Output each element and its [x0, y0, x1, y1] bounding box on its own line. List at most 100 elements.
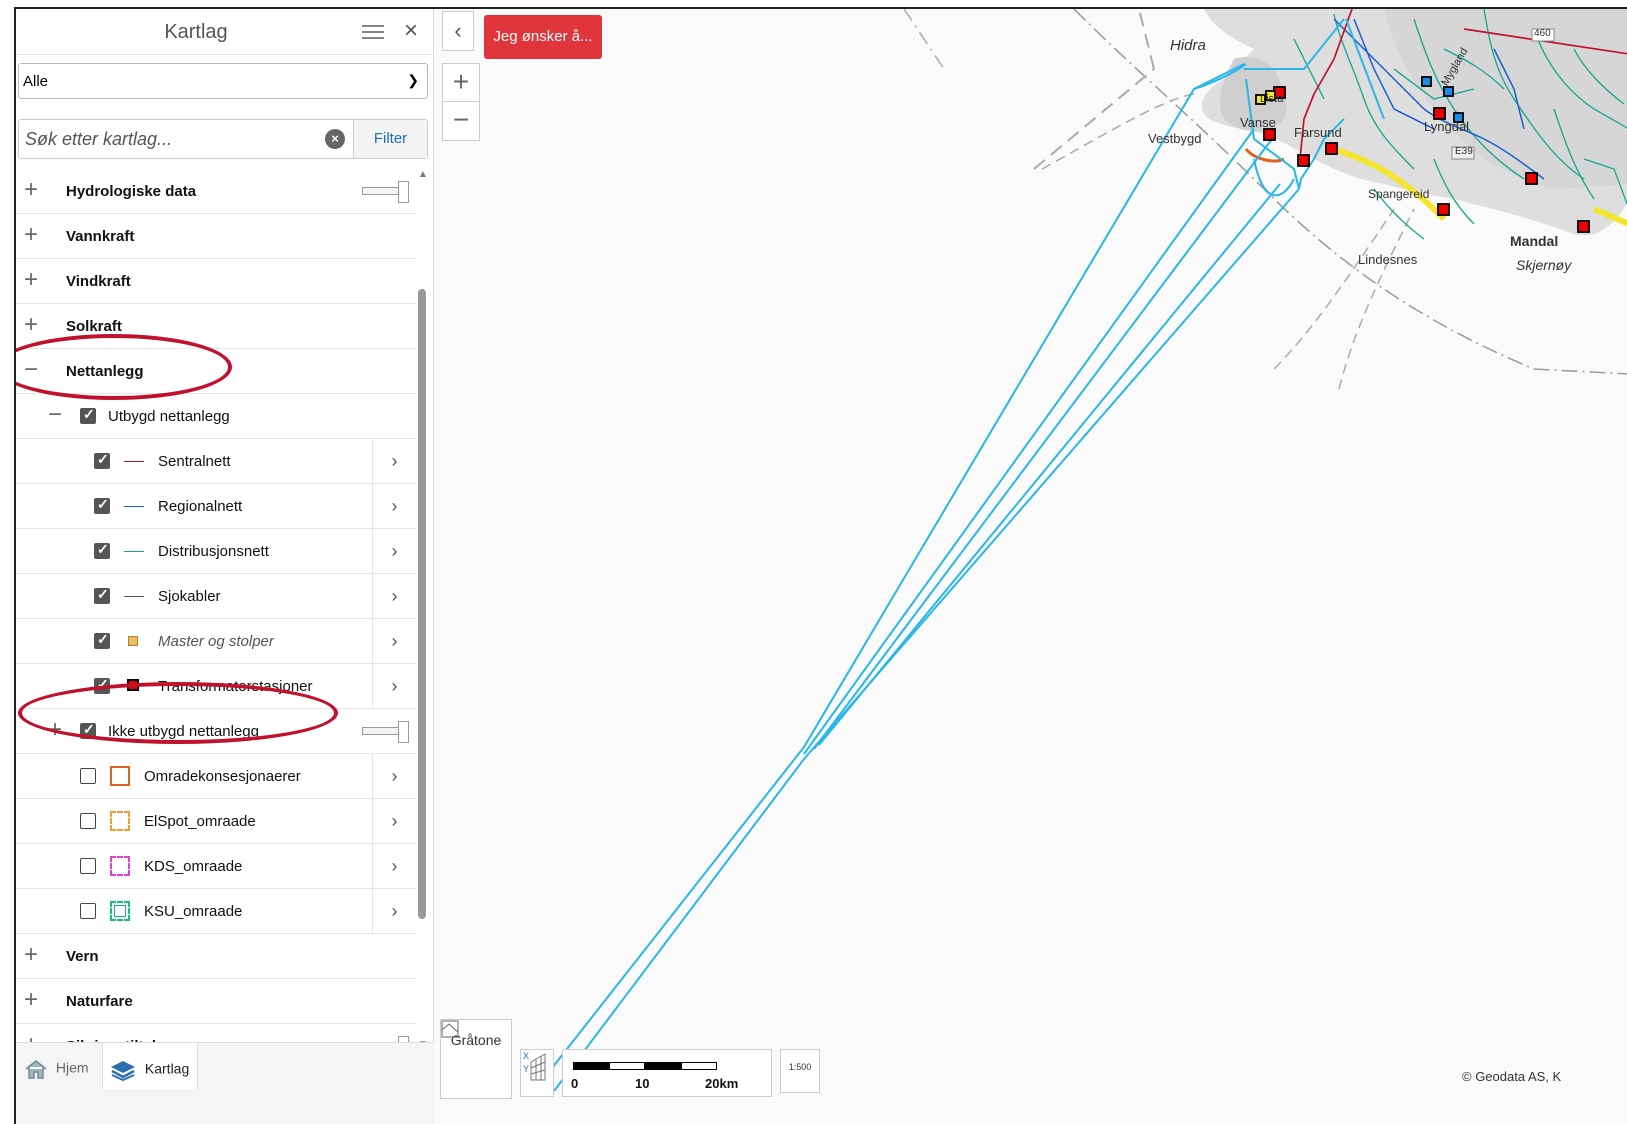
layer-group-hydrologiske-data[interactable]: + Hydrologiske data	[16, 169, 416, 214]
layer-regionalnett[interactable]: Regionalnett ›	[16, 484, 416, 529]
layer-checkbox[interactable]	[80, 406, 96, 424]
layer-checkbox[interactable]	[80, 721, 96, 739]
scale-segment	[681, 1062, 717, 1070]
layer-label: Vern	[66, 948, 99, 965]
layer-master-og-stolper[interactable]: Master og stolper ›	[16, 619, 416, 664]
menu-icon[interactable]	[362, 25, 384, 41]
area-legend-icon	[110, 766, 130, 786]
layer-checkbox[interactable]	[94, 496, 110, 514]
layer-group-vern[interactable]: + Vern	[16, 934, 416, 979]
bottom-tabs: Hjem Kartlag	[16, 1042, 434, 1124]
layer-kds-omraade[interactable]: KDS_omraade ›	[16, 844, 416, 889]
expand-icon[interactable]: +	[24, 943, 38, 967]
layer-checkbox[interactable]	[80, 903, 96, 919]
opacity-slider[interactable]	[362, 181, 409, 203]
chevron-right-icon[interactable]: ›	[372, 574, 416, 618]
jeg-onsker-button[interactable]: Jeg ønsker å...	[484, 15, 602, 59]
layer-checkbox[interactable]	[94, 631, 110, 649]
app-window: Kartlag × Alle ❯ × Filter + Hydrologiske…	[14, 7, 1627, 1124]
layer-group-solkraft[interactable]: + Solkraft	[16, 304, 416, 349]
expand-icon[interactable]: +	[48, 718, 62, 742]
layer-label: Solkraft	[66, 318, 122, 335]
place-label: Lista	[1260, 93, 1284, 105]
layer-group-nettanlegg[interactable]: − Nettanlegg	[16, 349, 416, 394]
layer-group-vindkraft[interactable]: + Vindkraft	[16, 259, 416, 304]
close-panel-button[interactable]: ×	[404, 17, 418, 45]
scale-label-20: 20km	[705, 1076, 739, 1091]
opacity-slider[interactable]	[362, 721, 409, 743]
layer-elspot-omraade[interactable]: ElSpot_omraade ›	[16, 799, 416, 844]
layer-checkbox[interactable]	[80, 813, 96, 829]
tab-home[interactable]: Hjem	[24, 1043, 104, 1089]
layer-omradekonsesjonaerer[interactable]: Omradekonsesjonaerer ›	[16, 754, 416, 799]
grayscale-button[interactable]: Gråtone	[440, 1019, 512, 1099]
expand-icon[interactable]: +	[24, 223, 38, 247]
place-label: Hidra	[1170, 37, 1206, 54]
copyright-text: © Geodata AS, K	[1462, 1069, 1562, 1084]
scale-bar: 0 10 20km	[562, 1049, 772, 1097]
chevron-right-icon[interactable]: ›	[372, 529, 416, 573]
layer-checkbox[interactable]	[80, 858, 96, 874]
road-label: 460	[1534, 28, 1551, 39]
map-view[interactable]: Hidra Vestbygd Vanse Lista Farsund Lyngd…	[434, 9, 1627, 1124]
layer-checkbox[interactable]	[94, 586, 110, 604]
expand-icon[interactable]: +	[24, 178, 38, 202]
coordinate-grid-icon: XY	[523, 1051, 546, 1081]
layer-checkbox[interactable]	[94, 541, 110, 559]
expand-icon[interactable]: +	[24, 988, 38, 1012]
coordinate-button[interactable]: XY	[520, 1049, 554, 1097]
scale-label-10: 10	[635, 1076, 650, 1091]
mast-legend-icon	[128, 636, 138, 646]
place-label: Farsund	[1294, 125, 1342, 140]
layer-group-naturfare[interactable]: + Naturfare	[16, 979, 416, 1024]
panel-header: Kartlag ×	[16, 9, 434, 55]
collapse-icon[interactable]: −	[48, 403, 62, 427]
layer-subgroup-ikke-utbygd[interactable]: + Ikke utbygd nettanlegg	[16, 709, 416, 754]
place-label: Skjernøy	[1516, 257, 1572, 273]
layer-ksu-omraade[interactable]: KSU_omraade ›	[16, 889, 416, 934]
tab-home-label: Hjem	[55, 1059, 89, 1076]
layers-icon	[111, 1061, 135, 1081]
tab-kartlag[interactable]: Kartlag	[102, 1043, 198, 1089]
area-legend-icon	[110, 901, 130, 921]
expand-icon[interactable]: +	[24, 313, 38, 337]
layer-group-vannkraft[interactable]: + Vannkraft	[16, 214, 416, 259]
layer-label: Vannkraft	[66, 228, 135, 245]
area-legend-icon	[110, 856, 130, 876]
scale-segment	[609, 1062, 645, 1070]
layer-checkbox[interactable]	[94, 676, 110, 694]
expand-icon[interactable]: +	[24, 268, 38, 292]
scroll-up-icon[interactable]: ▲	[418, 169, 428, 180]
layer-list-scrollbar[interactable]: ▲ ▼	[418, 169, 428, 1069]
layer-checkbox[interactable]	[80, 768, 96, 784]
sjokabler-legend-icon	[124, 596, 144, 597]
layer-sjokabler[interactable]: Sjokabler ›	[16, 574, 416, 619]
layer-transformatorstasjoner[interactable]: Transformatorstasjoner ›	[16, 664, 416, 709]
layer-checkbox[interactable]	[94, 451, 110, 469]
chevron-right-icon[interactable]: ›	[372, 844, 416, 888]
map-canvas[interactable]	[434, 9, 1627, 1124]
clear-search-icon[interactable]: ×	[325, 129, 345, 149]
chevron-right-icon[interactable]: ›	[372, 664, 416, 708]
layer-sentralnett[interactable]: Sentralnett ›	[16, 439, 416, 484]
layer-label: ElSpot_omraade	[144, 813, 256, 830]
scroll-thumb[interactable]	[418, 289, 426, 919]
layer-distribusjonsnett[interactable]: Distribusjonsnett ›	[16, 529, 416, 574]
collapse-panel-button[interactable]: ‹	[442, 11, 474, 51]
chevron-right-icon[interactable]: ›	[372, 439, 416, 483]
chevron-right-icon[interactable]: ›	[372, 484, 416, 528]
chevron-right-icon[interactable]: ›	[372, 889, 416, 933]
chevron-right-icon[interactable]: ›	[372, 754, 416, 798]
search-input[interactable]	[19, 120, 349, 158]
place-label: Vanse	[1240, 115, 1276, 130]
scale-ratio-button[interactable]: 1:500	[780, 1049, 820, 1093]
chevron-right-icon[interactable]: ›	[372, 799, 416, 843]
zoom-in-button[interactable]: +	[443, 64, 479, 102]
collapse-icon[interactable]: −	[24, 358, 38, 382]
layer-subgroup-utbygd[interactable]: − Utbygd nettanlegg	[16, 394, 416, 439]
chevron-right-icon[interactable]: ›	[372, 619, 416, 663]
filter-button[interactable]: Filter	[353, 120, 427, 158]
place-label: Lindesnes	[1358, 252, 1418, 267]
layer-category-select[interactable]: Alle ❯	[18, 63, 428, 99]
zoom-out-button[interactable]: −	[443, 102, 479, 140]
